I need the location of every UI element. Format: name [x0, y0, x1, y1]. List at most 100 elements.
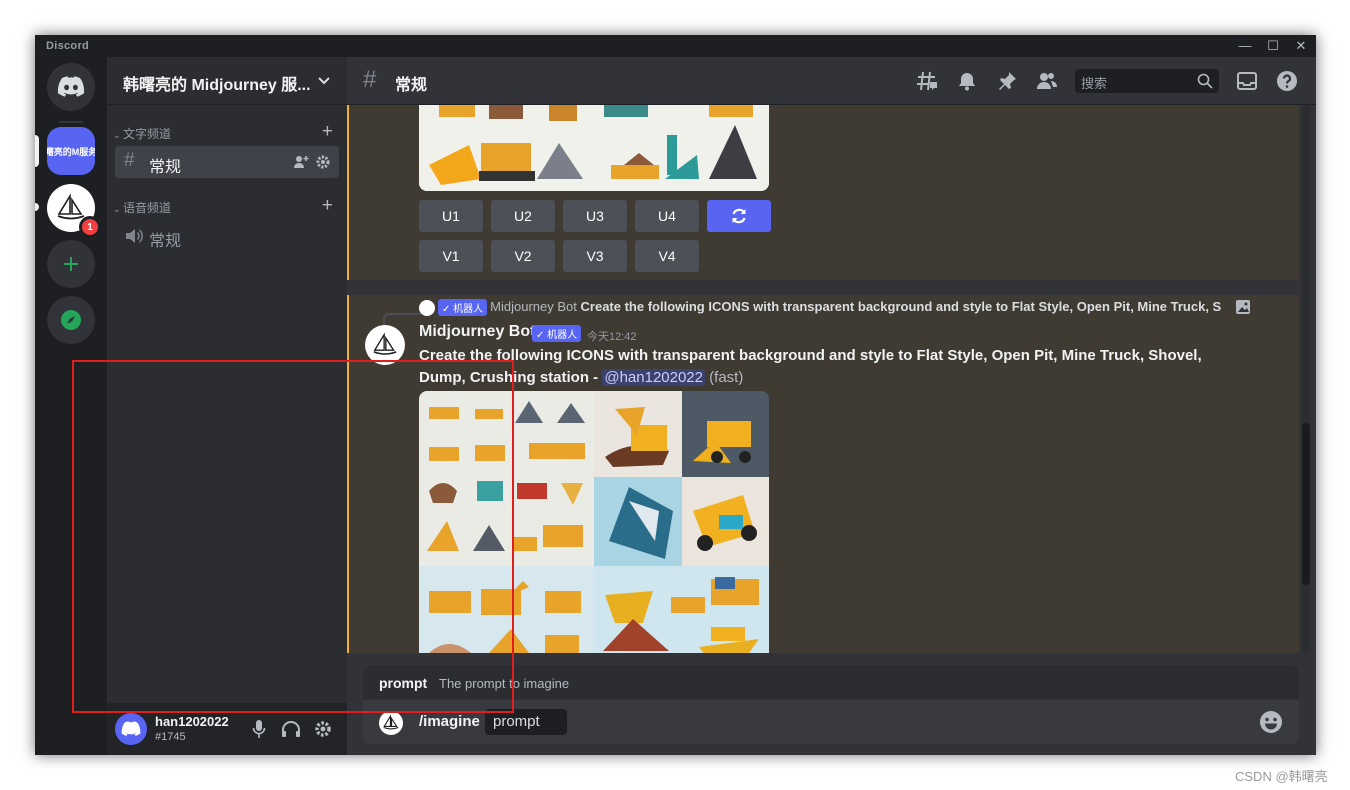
- home-button[interactable]: [47, 63, 95, 111]
- image-grid-preview[interactable]: [419, 105, 769, 191]
- reroll-button[interactable]: [707, 200, 771, 232]
- channel-item-voice[interactable]: 常规: [115, 220, 339, 252]
- guild-name: 韩曙亮的 Midjourney 服...: [123, 77, 311, 94]
- avatar[interactable]: [115, 713, 147, 745]
- discord-logo-icon: [121, 721, 141, 736]
- threads-button[interactable]: [915, 69, 939, 93]
- bell-icon: [959, 73, 975, 91]
- mute-button[interactable]: [247, 717, 271, 741]
- help-icon: [1277, 71, 1297, 91]
- discord-window: Discord — ☐ ✕ 韩曙亮的M服务器 1 韩曙亮的 Midjourney…: [35, 35, 1316, 755]
- notification-button[interactable]: [955, 69, 979, 93]
- inbox-button[interactable]: [1235, 69, 1259, 93]
- emoji-icon[interactable]: [1259, 710, 1283, 734]
- gear-icon: [315, 721, 331, 737]
- timestamp: 今天12:42: [587, 331, 637, 343]
- microphone-icon: [252, 720, 266, 738]
- invite-icon[interactable]: [293, 154, 309, 170]
- search-input[interactable]: 搜索: [1075, 69, 1219, 93]
- user-discriminator: #1745: [155, 731, 186, 743]
- pinned-button[interactable]: [995, 69, 1019, 93]
- member-list-button[interactable]: [1035, 69, 1059, 93]
- minimize-button[interactable]: —: [1231, 37, 1259, 55]
- username: han1202022: [155, 714, 229, 729]
- slash-command: /imagine: [419, 713, 480, 730]
- channel-item-general[interactable]: # 常规: [115, 146, 339, 178]
- create-voice-channel-plus-icon[interactable]: +: [322, 195, 333, 217]
- mention-badge: 1: [79, 216, 101, 238]
- upscale-button-2[interactable]: U2: [491, 200, 555, 232]
- red-highlight-box: [72, 360, 514, 713]
- scrollbar-thumb[interactable]: [1302, 423, 1310, 585]
- app-title: Discord: [46, 40, 90, 52]
- midjourney-boat-icon: [383, 715, 399, 730]
- command-app-avatar: [379, 711, 403, 735]
- discord-logo-icon: [57, 76, 85, 97]
- user-settings-button[interactable]: [311, 717, 335, 741]
- bot-message-previous: U1 U2 U3 U4 V1 V2 V3 V4: [347, 105, 1299, 280]
- headphones-icon: [282, 721, 300, 737]
- bot-avatar[interactable]: [365, 325, 405, 365]
- server-icon-midjourney[interactable]: 1: [47, 184, 101, 238]
- bot-mini-avatar: [419, 299, 435, 316]
- prompt-text: Create the following ICONS with transpar…: [419, 347, 1202, 386]
- title-bar: Discord — ☐ ✕: [35, 35, 1316, 57]
- midjourney-boat-icon: [373, 333, 397, 355]
- reply-connector: [383, 313, 421, 325]
- plus-icon: [64, 257, 78, 271]
- upscale-button-3[interactable]: U3: [563, 200, 627, 232]
- add-server-button[interactable]: [47, 240, 95, 288]
- variation-button-1[interactable]: V1: [419, 240, 483, 272]
- chevron-down-icon: [318, 77, 330, 85]
- speaker-icon: [126, 229, 143, 243]
- create-channel-plus-icon[interactable]: +: [322, 121, 333, 143]
- separator-text: -: [589, 369, 603, 386]
- unread-server-pill: [35, 203, 39, 211]
- help-button[interactable]: [1275, 69, 1299, 93]
- variation-button-2[interactable]: V2: [491, 240, 555, 272]
- user-mention[interactable]: @han1202022: [602, 369, 705, 386]
- variation-button-4[interactable]: V4: [635, 240, 699, 272]
- reply-text: Create the following ICONS with transpar…: [580, 299, 1222, 314]
- reply-author: Midjourney Bot: [490, 299, 577, 314]
- channel-header: # 常规 搜索: [347, 57, 1316, 105]
- search-placeholder: 搜索: [1081, 76, 1108, 91]
- text-channels-category[interactable]: ⌄ 文字频道 +: [113, 121, 333, 143]
- category-label: 文字频道: [123, 127, 172, 141]
- rail-separator: [59, 121, 83, 123]
- gear-icon[interactable]: [315, 154, 331, 170]
- upscale-button-1[interactable]: U1: [419, 200, 483, 232]
- category-label: 语音频道: [123, 201, 172, 215]
- explore-servers-button[interactable]: [47, 296, 95, 344]
- members-icon: [1037, 73, 1057, 89]
- deafen-button[interactable]: [279, 717, 303, 741]
- variation-button-3[interactable]: V3: [563, 240, 627, 272]
- active-server-pill: [35, 135, 39, 167]
- voice-channels-category[interactable]: ⌄ 语音频道 +: [113, 195, 333, 217]
- maximize-button[interactable]: ☐: [1259, 37, 1287, 55]
- channel-label: 常规: [149, 233, 182, 250]
- search-icon: [1197, 73, 1213, 89]
- compass-icon: [61, 310, 81, 330]
- pin-icon: [999, 72, 1016, 90]
- mining-icons-image: [419, 105, 769, 191]
- refresh-icon: [732, 208, 746, 224]
- server-icon-han[interactable]: 韩曙亮的M服务器: [47, 127, 95, 175]
- threads-icon: [917, 71, 937, 91]
- message-content: Create the following ICONS with transpar…: [419, 345, 1239, 389]
- speed-label: (fast): [705, 369, 744, 386]
- upscale-button-4[interactable]: U4: [635, 200, 699, 232]
- bot-tag: ✓ 机器人: [532, 325, 582, 342]
- author-name[interactable]: Midjourney Bot: [419, 323, 535, 341]
- hashtag-icon: #: [363, 66, 377, 93]
- channel-title: 常规: [395, 77, 428, 94]
- hashtag-icon: #: [124, 150, 135, 171]
- close-window-button[interactable]: ✕: [1287, 37, 1315, 55]
- channel-label: 常规: [149, 159, 182, 176]
- csdn-watermark: CSDN @韩曙亮: [1235, 769, 1328, 784]
- guild-header[interactable]: 韩曙亮的 Midjourney 服...: [107, 57, 347, 105]
- inbox-icon: [1237, 72, 1257, 90]
- chevron-small-icon: ⌄: [113, 204, 124, 214]
- image-icon: [1236, 300, 1250, 314]
- reply-preview[interactable]: ✓ 机器人 Midjourney Bot Create the following…: [419, 299, 1257, 317]
